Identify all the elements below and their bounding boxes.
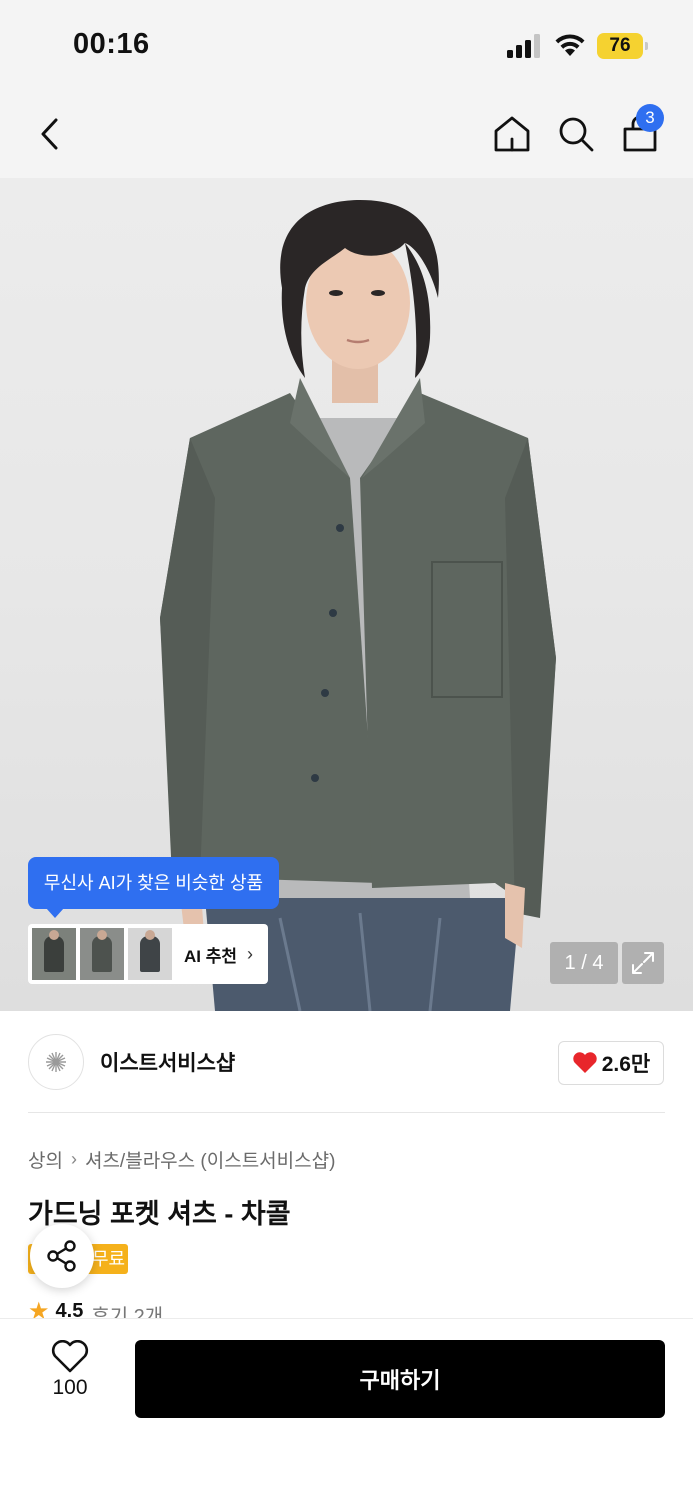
wishlist-count: 100 <box>52 1376 88 1399</box>
ai-thumbnail <box>32 928 76 980</box>
battery-indicator: 76 <box>597 33 649 59</box>
brand-logo-icon <box>46 1052 66 1072</box>
brand-row[interactable]: 이스트서비스샵 2.6만 <box>0 1011 693 1114</box>
breadcrumb-item[interactable]: 상의 <box>28 1146 63 1173</box>
cart-button[interactable] <box>618 90 662 178</box>
cart-count-badge: 3 <box>636 104 664 132</box>
ai-recommend-label: AI 추천 <box>184 946 238 966</box>
brand-like-button[interactable]: 2.6만 <box>558 1041 664 1085</box>
heart-outline-icon <box>51 1340 89 1373</box>
back-icon <box>41 118 58 150</box>
brand-logo <box>28 1034 84 1090</box>
divider <box>28 1112 665 1113</box>
ai-recommend-tooltip[interactable]: 무신사 AI가 찾은 비슷한 상품 <box>28 857 279 918</box>
expand-image-button[interactable] <box>622 942 664 984</box>
breadcrumb-item[interactable]: 셔츠/블라우스 (이스트서비스샵) <box>85 1146 335 1173</box>
ai-thumbnail <box>128 928 172 980</box>
image-page-indicator: 1 / 4 <box>550 942 618 984</box>
home-icon <box>494 116 530 152</box>
rating-row[interactable]: ★ 4.5 후기 2개 <box>28 1300 163 1320</box>
breadcrumb: 상의 › 셔츠/블라우스 (이스트서비스샵) <box>28 1146 335 1173</box>
battery-level: 76 <box>597 33 643 59</box>
top-nav-bar <box>0 90 693 178</box>
signal-icon <box>507 34 540 58</box>
chevron-right-icon: › <box>247 943 254 964</box>
status-time: 00:16 <box>73 28 150 60</box>
buy-button[interactable]: 구매하기 <box>135 1340 665 1418</box>
battery-tip <box>645 42 648 50</box>
back-button[interactable] <box>28 90 72 178</box>
search-button[interactable] <box>554 90 598 178</box>
expand-icon <box>632 952 654 974</box>
share-button[interactable] <box>30 1224 94 1288</box>
chevron-right-icon: › <box>70 1149 77 1169</box>
ai-recommend-button[interactable]: AI 추천 › <box>28 924 268 984</box>
brand-name[interactable]: 이스트서비스샵 <box>100 1047 235 1077</box>
search-icon <box>559 117 594 152</box>
brand-like-count: 2.6만 <box>601 1053 651 1076</box>
ai-thumbnail <box>80 928 124 980</box>
share-icon <box>47 1240 76 1272</box>
wishlist-button[interactable]: 100 <box>28 1340 112 1418</box>
star-icon: ★ <box>28 1300 50 1320</box>
wifi-icon <box>555 34 585 56</box>
status-bar: 00:16 76 <box>0 0 693 90</box>
review-count: 후기 2개 <box>91 1306 164 1320</box>
rating-score: 4.5 <box>55 1300 84 1320</box>
heart-icon <box>573 1052 597 1073</box>
home-button[interactable] <box>490 90 534 178</box>
